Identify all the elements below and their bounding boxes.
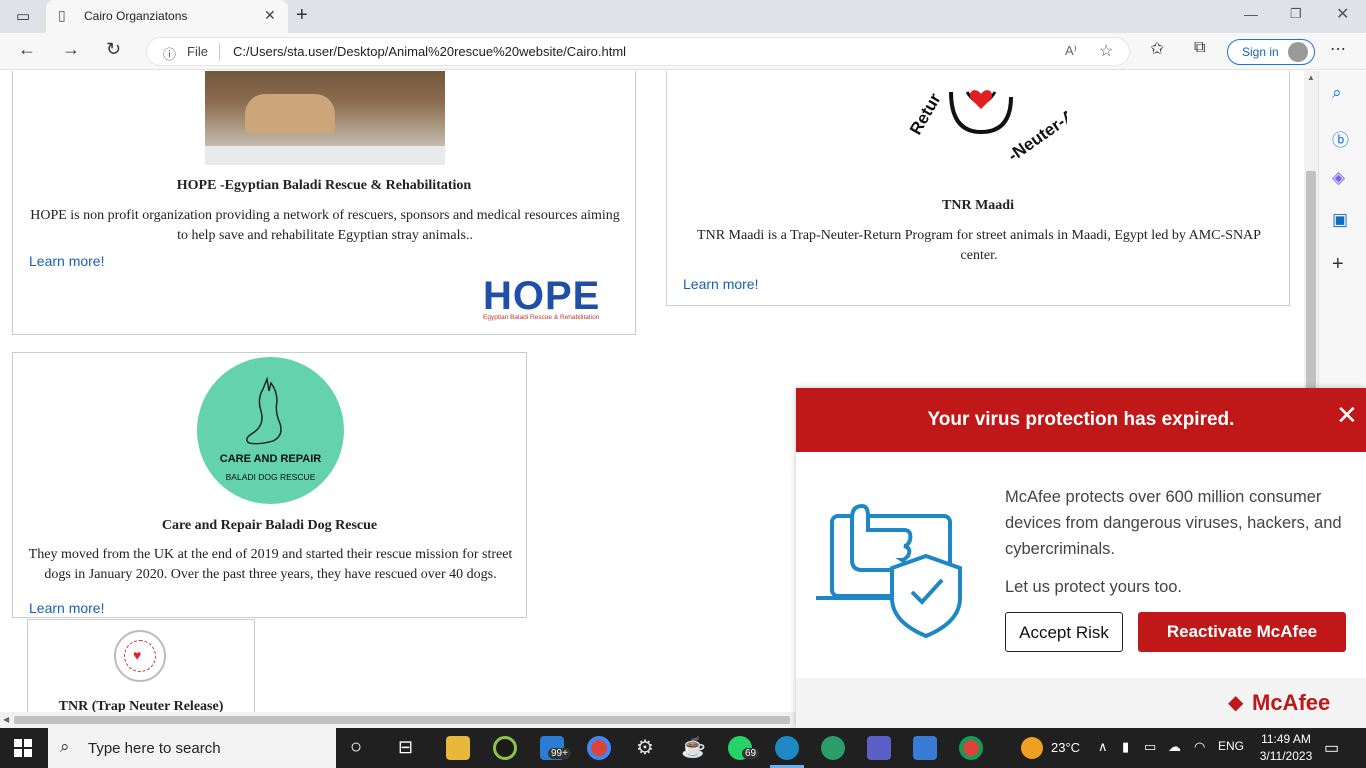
mcafee-brand: McAfee bbox=[1252, 690, 1331, 715]
java-icon[interactable]: ☕ bbox=[681, 735, 706, 760]
bing-chat-icon[interactable]: ⓑ bbox=[1332, 126, 1349, 151]
restore-icon[interactable]: ❐ bbox=[1290, 6, 1302, 22]
file-explorer-icon[interactable] bbox=[446, 736, 470, 760]
forward-icon[interactable]: → bbox=[62, 39, 80, 60]
learn-more-link[interactable]: Learn more! bbox=[29, 600, 104, 616]
cortana-icon[interactable]: ○ bbox=[350, 736, 362, 759]
minimize-icon[interactable]: — bbox=[1244, 6, 1258, 22]
card-description: TNR Maadi is a Trap-Neuter-Return Progra… bbox=[697, 228, 1261, 263]
card-title: Care and Repair Baladi Dog Rescue bbox=[161, 518, 378, 533]
protection-illustration bbox=[816, 503, 962, 638]
org-card-care-repair: CARE AND REPAIR BALADI DOG RESCUE Care a… bbox=[12, 352, 527, 618]
photos-icon[interactable] bbox=[913, 736, 937, 760]
search-icon[interactable]: ⌕ bbox=[1332, 83, 1342, 103]
url-text[interactable]: C:/Users/sta.user/Desktop/Animal%20rescu… bbox=[233, 44, 626, 59]
taskbar: ⌕ Type here to search ○ ⊟ 99+ ⚙ ☕ 69 23°… bbox=[0, 728, 1366, 768]
microphone-icon[interactable]: ▮ bbox=[1122, 739, 1129, 755]
new-tab-icon[interactable]: + bbox=[296, 4, 308, 27]
reactivate-button[interactable]: Reactivate McAfee bbox=[1138, 612, 1346, 652]
card-title: TNR (Trap Neuter Release) bbox=[58, 699, 224, 712]
reactivate-label: Reactivate McAfee bbox=[1166, 622, 1318, 641]
scroll-thumb[interactable] bbox=[14, 716, 790, 724]
learn-more-link[interactable]: Learn more! bbox=[29, 253, 104, 269]
more-menu-icon[interactable]: ⋯ bbox=[1330, 39, 1346, 59]
accept-risk-button[interactable]: Accept Risk bbox=[1005, 612, 1123, 652]
refresh-icon[interactable]: ↻ bbox=[106, 39, 121, 60]
alert-headline: Your virus protection has expired. bbox=[927, 409, 1235, 430]
add-favorite-icon[interactable]: ☆ bbox=[1099, 41, 1113, 61]
sign-in-button[interactable]: Sign in bbox=[1227, 39, 1315, 65]
app-icon[interactable] bbox=[493, 736, 517, 760]
sign-in-label: Sign in bbox=[1242, 45, 1279, 59]
org-card-hope: HOPE -Egyptian Baladi Rescue & Rehabilit… bbox=[12, 71, 636, 335]
clock-date[interactable]: 3/11/2023 bbox=[1256, 749, 1316, 763]
avatar bbox=[1288, 42, 1308, 62]
temperature: 23°C bbox=[1051, 740, 1081, 755]
taskbar-search[interactable]: ⌕ Type here to search bbox=[48, 728, 336, 768]
back-icon[interactable]: ← bbox=[18, 39, 36, 60]
address-toolbar: ← → ↻ ⓘ File C:/Users/sta.user/Desktop/A… bbox=[0, 33, 1366, 70]
onedrive-icon[interactable]: ☁ bbox=[1168, 739, 1181, 755]
mcafee-shield-icon: ◆ bbox=[1228, 692, 1244, 714]
card-description: They moved from the UK at the end of 201… bbox=[28, 547, 513, 582]
collections-icon[interactable]: ⧉ bbox=[1194, 39, 1205, 57]
atom-app-icon[interactable] bbox=[821, 736, 845, 760]
care-repair-logo: CARE AND REPAIR BALADI DOG RESCUE bbox=[197, 357, 344, 504]
org-card-tnr-maadi: Retur -Neuter-Ad TNR Maadi TNR Maadi is … bbox=[666, 71, 1290, 306]
horizontal-scrollbar[interactable]: ◀ bbox=[0, 712, 796, 728]
language-indicator[interactable]: ENG bbox=[1218, 739, 1244, 753]
read-aloud-icon[interactable]: A⁾ bbox=[1065, 43, 1077, 59]
tab-strip: ▭ ▯ Cairo Organziatons ✕ + — ❐ ✕ bbox=[0, 0, 1366, 33]
file-label: File bbox=[187, 44, 208, 59]
card-title: TNR Maadi bbox=[942, 198, 1014, 213]
search-placeholder: Type here to search bbox=[88, 740, 221, 757]
tnr-maadi-logo: Retur -Neuter-Ad bbox=[889, 71, 1067, 180]
hope-logo: HOPE Egyptian Baladi Rescue & Rehabilita… bbox=[483, 274, 601, 321]
tab-close-icon[interactable]: ✕ bbox=[264, 7, 276, 24]
alert-body: McAfee protects over 600 million consume… bbox=[1005, 488, 1342, 558]
alert-subtext: Let us protect yours too. bbox=[1005, 578, 1183, 596]
weather-icon[interactable] bbox=[1021, 737, 1043, 759]
scroll-thumb[interactable] bbox=[1306, 171, 1316, 391]
add-icon[interactable]: + bbox=[1332, 253, 1344, 276]
chrome-icon[interactable] bbox=[587, 736, 611, 760]
info-icon[interactable]: ⓘ bbox=[163, 44, 176, 63]
teams-icon[interactable] bbox=[867, 736, 891, 760]
popup-footer: ◆ McAfee bbox=[796, 678, 1366, 728]
favorites-icon[interactable]: ✩ bbox=[1150, 39, 1164, 59]
hope-dog-photo bbox=[205, 71, 445, 165]
windows-start-icon[interactable] bbox=[14, 739, 32, 757]
chrome-profile-icon[interactable] bbox=[959, 736, 983, 760]
mcafee-popup: Your virus protection has expired. ✕ McA… bbox=[796, 388, 1366, 728]
address-bar[interactable]: ⓘ File C:/Users/sta.user/Desktop/Animal%… bbox=[146, 37, 1130, 66]
accept-risk-label: Accept Risk bbox=[1019, 623, 1109, 642]
window-close-icon[interactable]: ✕ bbox=[1336, 4, 1349, 24]
tab-actions-icon[interactable]: ▭ bbox=[16, 7, 30, 25]
close-icon[interactable]: ✕ bbox=[1336, 402, 1358, 428]
learn-more-link[interactable]: Learn more! bbox=[683, 276, 758, 292]
card-description: HOPE is non profit organization providin… bbox=[30, 208, 620, 243]
mail-badge: 99+ bbox=[548, 748, 571, 759]
org-card-tnr: ♥ TNR (Trap Neuter Release) bbox=[27, 619, 255, 712]
battery-icon[interactable]: ▭ bbox=[1144, 739, 1156, 755]
tnr-logo: ♥ bbox=[114, 630, 166, 682]
page-icon: ▯ bbox=[58, 7, 66, 23]
tab-title: Cairo Organziatons bbox=[84, 9, 188, 23]
edge-icon[interactable] bbox=[775, 736, 799, 760]
office-icon[interactable]: ◈ bbox=[1332, 168, 1345, 188]
clock-time[interactable]: 11:49 AM bbox=[1256, 732, 1316, 746]
card-title: HOPE -Egyptian Baladi Rescue & Rehabilit… bbox=[176, 178, 472, 193]
alert-banner: Your virus protection has expired. ✕ bbox=[796, 388, 1366, 452]
outlook-icon[interactable]: ▣ bbox=[1332, 210, 1348, 230]
settings-icon[interactable]: ⚙ bbox=[636, 735, 654, 760]
search-icon: ⌕ bbox=[60, 737, 70, 756]
notification-icon[interactable]: ▭ bbox=[1324, 738, 1339, 758]
whatsapp-badge: 69 bbox=[742, 748, 760, 759]
wifi-icon[interactable]: ◠ bbox=[1194, 739, 1205, 755]
tray-chevron-icon[interactable]: ∧ bbox=[1098, 739, 1108, 755]
task-view-icon[interactable]: ⊟ bbox=[398, 737, 413, 758]
browser-tab[interactable]: ▯ Cairo Organziatons ✕ bbox=[46, 0, 288, 33]
address-divider bbox=[219, 43, 220, 61]
